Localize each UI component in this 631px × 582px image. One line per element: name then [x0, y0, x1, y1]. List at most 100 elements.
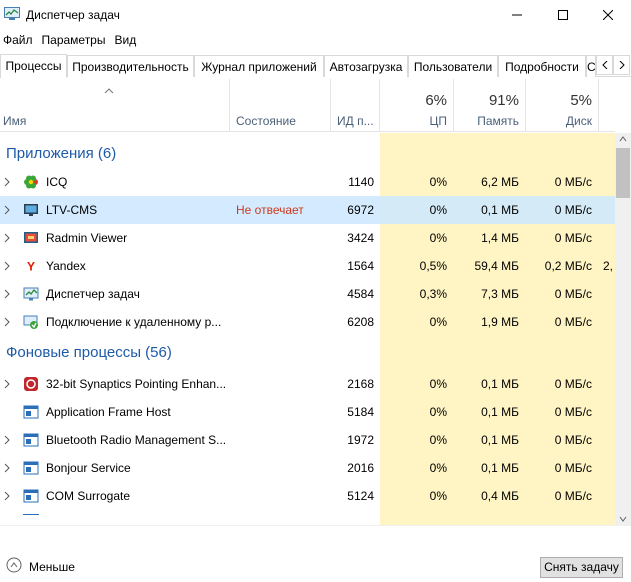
tab-details[interactable]: Подробности	[498, 55, 586, 77]
tab-startup[interactable]: Автозагрузка	[324, 55, 408, 77]
tab-services[interactable]: С	[586, 55, 596, 77]
chevron-right-icon[interactable]	[3, 491, 11, 501]
process-disk: 0 МБ/с	[554, 377, 592, 391]
tab-scroll-right[interactable]	[613, 55, 630, 75]
yandex-icon: Y	[23, 258, 39, 274]
window-title: Диспетчер задач	[26, 8, 120, 22]
process-cpu: 0%	[429, 203, 447, 217]
menu-bar: Файл Параметры Вид	[0, 31, 142, 51]
vertical-scrollbar[interactable]	[615, 133, 631, 525]
process-row[interactable]: Application Frame Host 5184 0% 0,1 МБ 0 МБ/с	[0, 398, 615, 426]
process-pid: 1564	[347, 259, 374, 273]
tab-strip: Процессы Производительность Журнал прило…	[0, 54, 631, 78]
app-window-icon	[23, 433, 39, 447]
tab-scroll-left[interactable]	[596, 55, 613, 75]
group-applications: Приложения (6)	[6, 145, 117, 162]
next-row-partial	[23, 514, 39, 518]
chevron-right-icon	[619, 61, 625, 69]
column-cpu[interactable]: 6% ЦП	[380, 79, 454, 132]
chevron-right-icon[interactable]	[3, 317, 11, 327]
process-row[interactable]: Bluetooth Radio Management S... 1972 0% 0,1…	[0, 426, 615, 454]
process-memory: 0,1 МБ	[481, 405, 519, 419]
process-pid: 6208	[347, 315, 374, 329]
tab-users[interactable]: Пользователи	[408, 55, 498, 77]
process-row[interactable]: Диспетчер задач 4584 0,3% 7,3 МБ 0 МБ/с	[0, 280, 615, 308]
tab-processes[interactable]: Процессы	[0, 54, 67, 78]
process-memory: 0,1 МБ	[481, 461, 519, 475]
chevron-right-icon[interactable]	[3, 435, 11, 445]
minimize-icon	[512, 14, 522, 16]
process-name: Application Frame Host	[46, 405, 171, 419]
column-disk[interactable]: 5% Диск	[526, 79, 599, 132]
column-name-label: Имя	[3, 114, 27, 128]
column-pid[interactable]: ИД п...	[331, 79, 380, 132]
menu-file[interactable]: Файл	[0, 31, 39, 51]
process-status: Не отвечает	[236, 203, 304, 217]
tab-app-history[interactable]: Журнал приложений	[194, 55, 324, 77]
memory-total: 91%	[488, 92, 519, 109]
process-disk: 0,2 МБ/с	[544, 259, 592, 273]
close-button[interactable]	[585, 0, 631, 30]
process-cpu: 0%	[429, 433, 447, 447]
tab-performance[interactable]: Производительность	[67, 55, 194, 77]
process-cpu: 0%	[429, 489, 447, 503]
collapse-details-icon[interactable]	[6, 557, 22, 573]
chevron-right-icon[interactable]	[3, 261, 11, 271]
process-row[interactable]: 32-bit Synaptics Pointing Enhan... 2168 0%…	[0, 370, 615, 398]
menu-view[interactable]: Вид	[111, 31, 142, 51]
menu-options[interactable]: Параметры	[39, 31, 112, 51]
process-pid: 5124	[347, 489, 374, 503]
process-disk: 0 МБ/с	[554, 461, 592, 475]
process-memory: 7,3 МБ	[481, 287, 519, 301]
process-pid: 1140	[348, 175, 374, 189]
icq-flower-icon	[24, 175, 38, 189]
minimize-button[interactable]	[494, 0, 540, 30]
process-name: 32-bit Synaptics Pointing Enhan...	[46, 377, 227, 391]
process-row[interactable]: LTV-CMS Не отвечает 6972 0% 0,1 МБ 0 МБ/с	[0, 196, 615, 224]
scroll-up-icon	[619, 136, 627, 142]
task-manager-icon	[4, 7, 20, 20]
chevron-right-icon[interactable]	[3, 463, 11, 473]
process-pid: 4584	[347, 287, 374, 301]
column-memory[interactable]: 91% Память	[454, 79, 526, 132]
chevron-left-icon	[601, 61, 607, 69]
process-row[interactable]: Bonjour Service 2016 0% 0,1 МБ 0 МБ/с	[0, 454, 615, 482]
process-disk: 0 МБ/с	[554, 489, 592, 503]
process-row[interactable]: Y Yandex 1564 0,5% 59,4 МБ 0,2 МБ/с 2,	[0, 252, 615, 280]
column-header: Имя Состояние ИД п... 6% ЦП 91% Память 5…	[0, 79, 615, 132]
end-task-button[interactable]: Снять задачу	[540, 557, 623, 578]
chevron-right-icon[interactable]	[3, 233, 11, 243]
process-name: Bonjour Service	[46, 461, 131, 475]
maximize-icon	[558, 10, 568, 20]
chevron-right-icon[interactable]	[3, 177, 11, 187]
column-disk-label: Диск	[565, 114, 592, 128]
close-icon	[603, 10, 613, 20]
svg-text:Y: Y	[27, 260, 35, 274]
process-cpu: 0,3%	[419, 287, 447, 301]
process-pid: 2016	[347, 461, 374, 475]
process-memory: 0,1 МБ	[481, 203, 519, 217]
maximize-button[interactable]	[540, 0, 586, 30]
process-cpu: 0%	[429, 231, 447, 245]
footer: Меньше Снять задачу	[0, 547, 631, 582]
process-row[interactable]: Radmin Viewer 3424 0% 1,4 МБ 0 МБ/с	[0, 224, 615, 252]
column-name[interactable]: Имя	[0, 79, 230, 132]
process-cpu: 0%	[429, 377, 447, 391]
process-row[interactable]: ICQ 1140 0% 6,2 МБ 0 МБ/с	[0, 168, 615, 196]
scrollbar-thumb[interactable]	[616, 148, 630, 198]
fewer-details-link[interactable]: Меньше	[29, 560, 75, 574]
process-row[interactable]: Подключение к удаленному р... 6208 0% 1,9 М…	[0, 308, 615, 336]
process-name: Yandex	[46, 259, 86, 273]
chevron-right-icon[interactable]	[3, 205, 11, 215]
column-status[interactable]: Состояние	[230, 79, 331, 132]
process-name: Подключение к удаленному р...	[46, 315, 222, 329]
process-disk: 0 МБ/с	[554, 175, 592, 189]
process-cpu: 0,5%	[419, 259, 447, 273]
column-cpu-label: ЦП	[429, 114, 447, 128]
process-memory: 59,4 МБ	[474, 259, 519, 273]
column-pid-label: ИД п...	[337, 114, 374, 128]
process-list: Приложения (6) ICQ 1140 0% 6,2 МБ 0 МБ/с LTV-C…	[0, 133, 615, 525]
chevron-right-icon[interactable]	[3, 379, 11, 389]
chevron-right-icon[interactable]	[3, 289, 11, 299]
process-row[interactable]: COM Surrogate 5124 0% 0,4 МБ 0 МБ/с	[0, 482, 615, 510]
